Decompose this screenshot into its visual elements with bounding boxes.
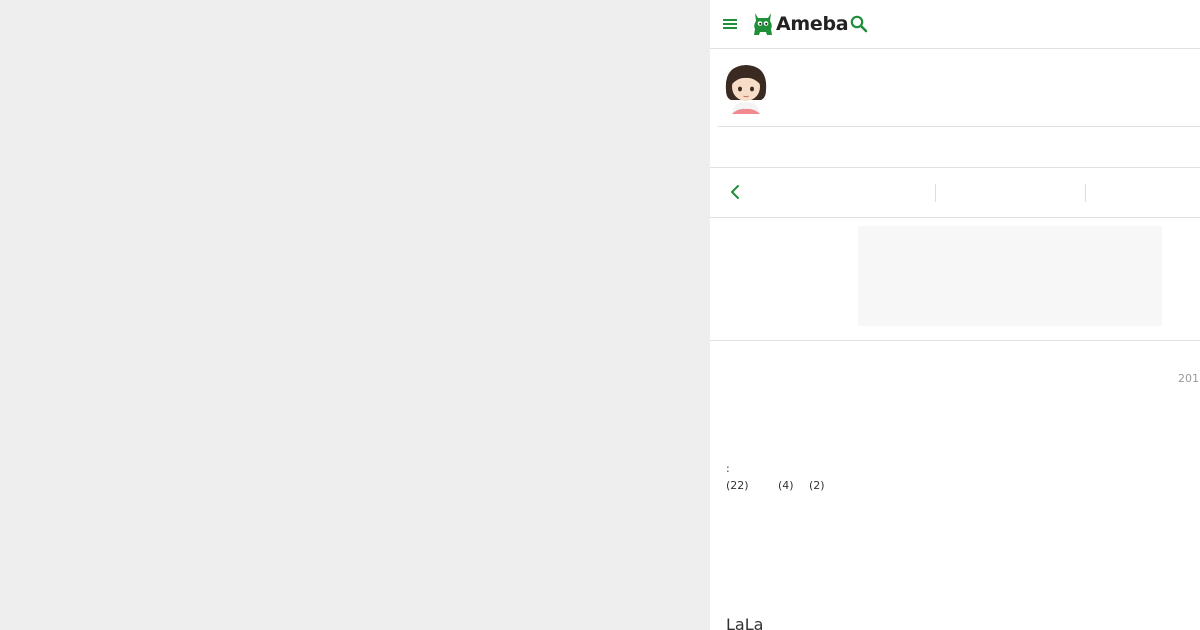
count-link[interactable]: (2) (809, 479, 825, 492)
ameba-logo-icon (754, 13, 772, 35)
nav-tab-1[interactable] (760, 168, 935, 217)
nav-tab-2[interactable] (936, 168, 1085, 217)
entry-counts: (22) (4) (2) (726, 479, 926, 495)
search-icon[interactable] (849, 14, 869, 34)
count-link[interactable]: (4) (778, 479, 794, 492)
ameba-logo-text: Ameba (776, 13, 849, 35)
entry-date: 201 (1178, 372, 1199, 385)
hamburger-menu-icon[interactable] (721, 15, 739, 33)
ameba-logo[interactable]: Ameba (752, 9, 849, 39)
avatar[interactable] (723, 60, 769, 114)
ad-placeholder[interactable] (858, 226, 1162, 326)
entry-nav (710, 168, 1200, 218)
profile-blank-row (710, 127, 1200, 168)
entry-meta-colon: : (726, 462, 730, 475)
chevron-left-icon[interactable] (728, 183, 742, 201)
main-panel: Ameba 201 : (22) (4) (2) LaLa (710, 0, 1200, 630)
profile-header (718, 49, 1200, 127)
header: Ameba (710, 0, 1200, 49)
entry-title[interactable]: LaLa (726, 615, 763, 630)
ad-area (710, 218, 1200, 341)
nav-tab-3[interactable] (1086, 168, 1200, 217)
count-link[interactable]: (22) (726, 479, 749, 492)
